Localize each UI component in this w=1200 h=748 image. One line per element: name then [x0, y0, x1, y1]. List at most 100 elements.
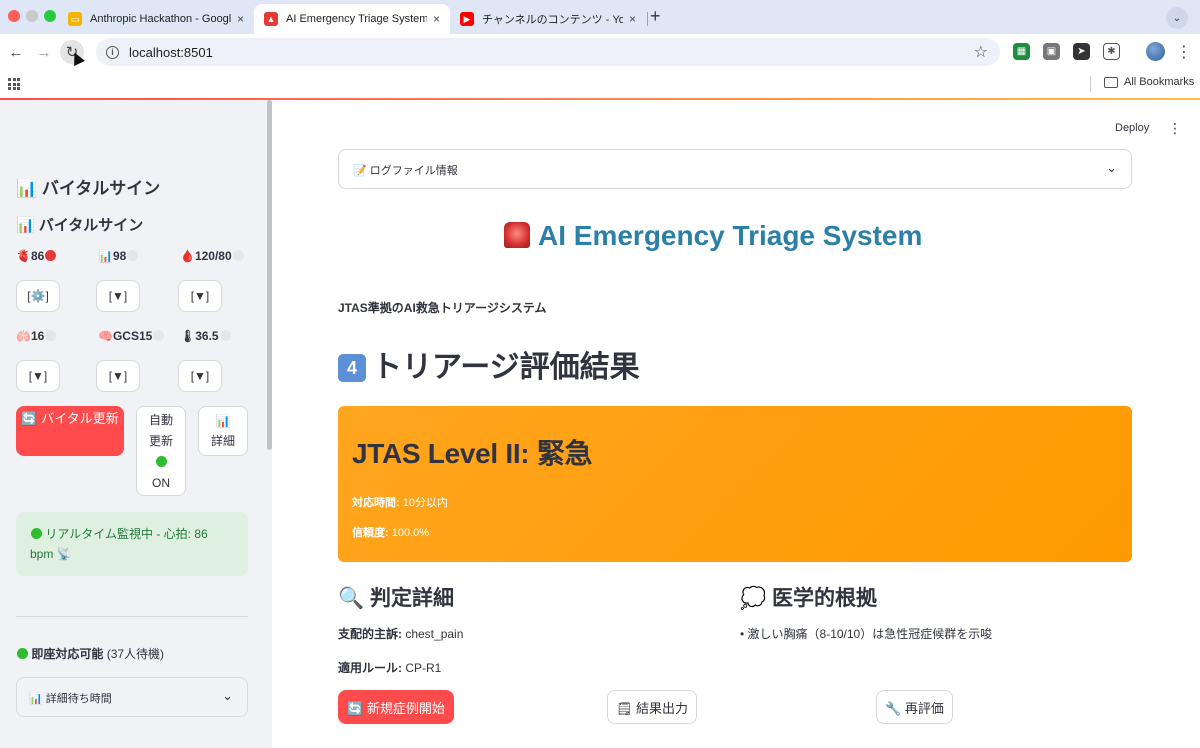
monitoring-text: リアルタイム監視中 - 心拍: 86 bpm 📡 — [30, 527, 208, 561]
vital-settings-button[interactable]: [⚙️] — [16, 280, 60, 312]
profile-avatar[interactable] — [1146, 42, 1165, 61]
chart-icon: 📊 — [215, 414, 231, 428]
extensions-puzzle-icon[interactable]: ✱ — [1103, 43, 1120, 60]
window-maximize-button[interactable] — [44, 10, 56, 22]
browser-tab-youtube[interactable]: ▶ チャンネルのコンテンツ - YouTu × — [450, 4, 646, 34]
page-subtitle: JTAS準拠のAI救急トリアージシステム — [338, 301, 547, 315]
chief-complaint: 支配的主訴: chest_pain — [338, 625, 463, 642]
folder-icon — [1104, 76, 1118, 88]
log-file-expander[interactable]: 📝 ログファイル情報 ⌄ — [338, 149, 1132, 189]
vital-value: 🌡36.5 — [180, 329, 219, 343]
status-dot-green — [156, 456, 167, 467]
triage-result-card: JTAS Level II: 緊急 対応時間: 10分以内 信頼度: 100.0… — [338, 406, 1132, 562]
tab-close-icon[interactable]: × — [237, 12, 244, 26]
browser-tab-triage[interactable]: ▲ AI Emergency Triage System × — [254, 4, 450, 34]
vital-dropdown-button[interactable]: [▼] — [178, 360, 222, 392]
status-dot-gray — [219, 330, 231, 341]
all-bookmarks-button[interactable]: All Bookmarks — [1104, 76, 1194, 88]
vital-blood-pressure: 🩸120/80 — [180, 249, 244, 263]
address-bar[interactable]: i localhost:8501 ☆ — [96, 38, 1000, 66]
applied-rule-label: 適用ルール: — [338, 661, 402, 675]
section-title-text: トリアージ評価結果 — [372, 351, 640, 384]
immediate-availability: 即座対応可能 (37人待機) — [16, 645, 164, 662]
page-title: AI Emergency Triage System — [504, 220, 922, 252]
all-bookmarks-label: All Bookmarks — [1124, 76, 1195, 88]
immediate-label: 即座対応可能 — [31, 647, 104, 661]
confidence-label: 信頼度: — [352, 527, 389, 539]
applied-rule-value: CP-R1 — [402, 661, 442, 675]
window-minimize-button[interactable] — [26, 10, 38, 22]
status-dot-green — [31, 528, 42, 539]
tab-title: AI Emergency Triage System — [286, 13, 427, 25]
browser-tab-hackathon[interactable]: ▭ Anthropic Hackathon - Googl × — [58, 4, 254, 34]
response-time: 対応時間: 10分以内 — [352, 494, 1118, 510]
applied-rule: 適用ルール: CP-R1 — [338, 659, 441, 676]
number-badge-icon: 4 — [338, 354, 366, 382]
vital-heart-rate: 🫀86 — [16, 249, 57, 263]
chevron-down-icon: ⌄ — [222, 688, 233, 703]
vital-value: 🧠GCS15 — [98, 329, 153, 343]
auto-update-toggle[interactable]: 自動 更新 ON — [136, 406, 186, 496]
apps-grid-icon[interactable] — [8, 78, 20, 90]
back-arrow-icon[interactable]: ← — [4, 40, 28, 64]
vital-dropdown-button[interactable]: [▼] — [96, 280, 140, 312]
vital-dropdown-button[interactable]: [▼] — [96, 360, 140, 392]
vital-spo2: 📊98 — [98, 249, 139, 263]
confidence: 信頼度: 100.0% — [352, 524, 1118, 540]
sidebar-divider — [16, 616, 248, 617]
browser-tab-strip: ▭ Anthropic Hackathon - Googl × ▲ AI Eme… — [0, 0, 1200, 34]
site-info-icon[interactable]: i — [106, 45, 119, 59]
reevaluate-button[interactable]: 🔧 再評価 — [876, 690, 953, 724]
deploy-button[interactable]: Deploy — [1115, 122, 1149, 134]
siren-icon — [504, 222, 530, 248]
forward-arrow-icon[interactable]: → — [32, 40, 56, 64]
confidence-value: 100.0% — [388, 527, 430, 539]
vital-temperature: 🌡36.5 — [180, 329, 231, 343]
url-text: localhost:8501 — [129, 44, 213, 60]
export-results-button[interactable]: 🗒 結果出力 — [607, 690, 697, 724]
wait-time-label: 📊 詳細待ち時間 — [29, 693, 112, 705]
status-dot-red — [45, 250, 57, 261]
page-title-text: AI Emergency Triage System — [538, 220, 923, 251]
section-title: 4 トリアージ評価結果 — [338, 342, 640, 386]
tab-search-icon[interactable]: ⌄ — [1166, 7, 1188, 29]
sidebar-heading-vitals: 📊 バイタルサイン — [16, 179, 161, 198]
main-content: Deploy ⋮ 📝 ログファイル情報 ⌄ AI Emergency Triag… — [272, 100, 1200, 748]
extension-reader-icon[interactable]: ▣ — [1043, 43, 1060, 60]
vital-update-button[interactable]: 🔄 バイタル更新 — [16, 406, 124, 456]
status-dot-gray — [153, 330, 165, 341]
evidence-item: • 激しい胸痛（8-10/10）は急性冠症候群を示唆 — [740, 627, 993, 641]
status-dot-gray — [127, 250, 139, 261]
bookmark-star-icon[interactable]: ☆ — [974, 42, 988, 62]
extension-telegram-icon[interactable]: ➤ — [1073, 43, 1090, 60]
extension-sheets-icon[interactable]: ▦ — [1013, 43, 1030, 60]
vital-dropdown-button[interactable]: [▼] — [16, 360, 60, 392]
auto-update-label: 更新 — [148, 434, 173, 448]
auto-update-label: 自動 — [148, 413, 173, 427]
sidebar-subheading-vitals: 📊 バイタルサイン — [16, 217, 144, 234]
new-case-button[interactable]: 🔄 新規症例開始 — [338, 690, 454, 724]
tab-separator — [647, 12, 648, 26]
tab-close-icon[interactable]: × — [433, 12, 440, 26]
vital-value: 🫀86 — [16, 249, 45, 263]
chevron-down-icon: ⌄ — [1106, 160, 1117, 175]
vital-respiratory-rate: 🫁16 — [16, 329, 57, 343]
chief-complaint-label: 支配的主訴: — [338, 627, 402, 641]
judgement-details-heading: 🔍 判定詳細 — [338, 587, 454, 610]
auto-update-state: ON — [152, 476, 170, 490]
youtube-favicon-icon: ▶ — [460, 12, 474, 26]
bookmarks-separator — [1090, 76, 1091, 92]
wait-time-expander[interactable]: 📊 詳細待ち時間 ⌄ — [16, 677, 248, 717]
browser-menu-icon[interactable]: ⋮ — [1176, 42, 1192, 62]
new-tab-button[interactable]: + — [650, 6, 661, 27]
response-time-label: 対応時間: — [352, 497, 400, 509]
vital-gcs: 🧠GCS15 — [98, 329, 165, 343]
status-dot-gray — [232, 250, 244, 261]
app-menu-icon[interactable]: ⋮ — [1168, 120, 1182, 137]
vital-dropdown-button[interactable]: [▼] — [178, 280, 222, 312]
window-close-button[interactable] — [8, 10, 20, 22]
tab-close-icon[interactable]: × — [629, 12, 636, 26]
vital-value: 📊98 — [98, 249, 127, 263]
medical-evidence-heading: 💭 医学的根拠 — [740, 587, 877, 610]
detail-button[interactable]: 📊 詳細 — [198, 406, 248, 456]
